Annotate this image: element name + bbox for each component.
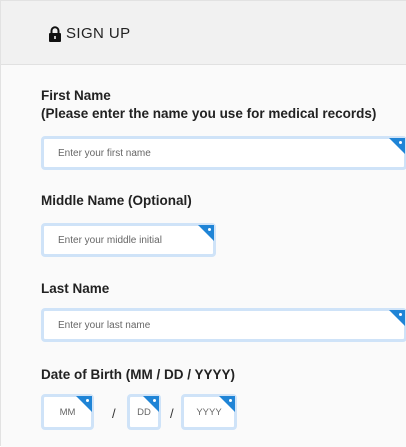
required-corner-icon — [198, 225, 214, 241]
required-dot-icon — [153, 399, 156, 402]
dob-day-field[interactable] — [127, 394, 161, 430]
required-dot-icon — [208, 228, 211, 231]
middle-name-field[interactable] — [41, 223, 216, 257]
required-corner-icon — [76, 396, 92, 412]
middle-name-label: Middle Name (Optional) — [41, 193, 192, 208]
required-corner-icon — [389, 310, 405, 326]
signup-panel: SIGN UP First Name (Please enter the nam… — [0, 0, 406, 447]
panel-header: SIGN UP — [1, 1, 406, 65]
last-name-field[interactable] — [41, 308, 406, 342]
required-dot-icon — [229, 399, 232, 402]
required-corner-icon — [143, 396, 159, 412]
dob-separator: / — [170, 406, 174, 421]
dob-month-field[interactable] — [41, 394, 94, 430]
lock-icon — [49, 25, 61, 42]
required-dot-icon — [399, 313, 402, 316]
required-dot-icon — [86, 399, 89, 402]
required-corner-icon — [219, 396, 235, 412]
dob-separator: / — [112, 406, 116, 421]
last-name-label: Last Name — [41, 281, 110, 296]
first-name-field[interactable] — [41, 136, 406, 170]
last-name-input[interactable] — [44, 311, 404, 339]
dob-label: Date of Birth (MM / DD / YYYY) — [41, 367, 236, 382]
dob-year-field[interactable] — [181, 394, 237, 430]
first-name-hint: (Please enter the name you use for medic… — [41, 106, 377, 121]
first-name-label: First Name — [41, 88, 111, 103]
first-name-input[interactable] — [44, 139, 404, 167]
header-title-group: SIGN UP — [48, 25, 130, 42]
page-title: SIGN UP — [66, 25, 131, 42]
required-corner-icon — [389, 138, 405, 154]
middle-name-input[interactable] — [44, 226, 213, 254]
required-dot-icon — [399, 141, 402, 144]
